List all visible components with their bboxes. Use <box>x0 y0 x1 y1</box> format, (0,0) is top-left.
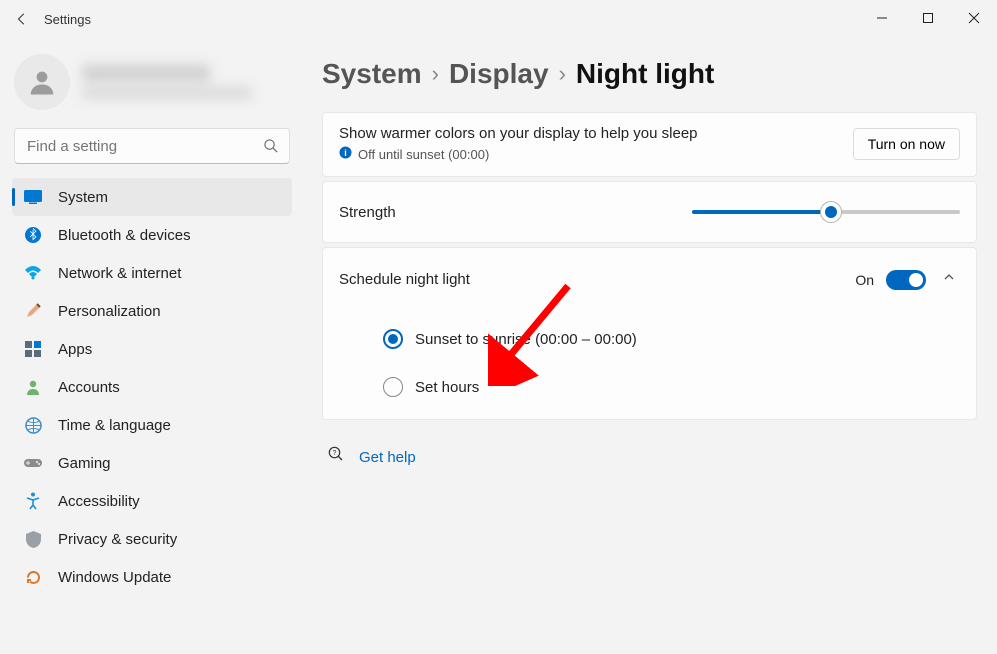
globe-clock-icon <box>24 416 42 434</box>
strength-slider[interactable] <box>692 202 960 222</box>
radio-icon <box>383 377 403 397</box>
wifi-icon <box>24 264 42 282</box>
radio-label: Sunset to sunrise (00:00 – 00:00) <box>415 331 637 348</box>
radio-set-hours[interactable]: Set hours <box>383 377 960 397</box>
sidebar-item-label: Accessibility <box>58 493 140 510</box>
sidebar-item-privacy[interactable]: Privacy & security <box>12 520 292 558</box>
strength-label: Strength <box>339 204 396 221</box>
update-icon <box>24 568 42 586</box>
sidebar-item-label: Gaming <box>58 455 111 472</box>
turn-on-now-button[interactable]: Turn on now <box>853 128 960 160</box>
breadcrumb: System › Display › Night light <box>322 58 977 90</box>
sidebar-item-gaming[interactable]: Gaming <box>12 444 292 482</box>
sidebar-item-label: Network & internet <box>58 265 181 282</box>
sidebar-item-accessibility[interactable]: Accessibility <box>12 482 292 520</box>
app-title: Settings <box>38 12 91 27</box>
info-icon: i <box>339 146 352 162</box>
sidebar-item-accounts[interactable]: Accounts <box>12 368 292 406</box>
breadcrumb-display[interactable]: Display <box>449 58 549 90</box>
sidebar-item-label: Windows Update <box>58 569 171 586</box>
schedule-toggle[interactable] <box>886 270 926 290</box>
sidebar-item-label: Privacy & security <box>58 531 177 548</box>
search-input[interactable] <box>14 128 290 164</box>
user-profile[interactable] <box>12 44 292 128</box>
bluetooth-icon <box>24 226 42 244</box>
avatar <box>14 54 70 110</box>
sidebar-item-label: Bluetooth & devices <box>58 227 191 244</box>
help-icon: ? <box>328 446 345 468</box>
maximize-button[interactable] <box>905 0 951 36</box>
person-icon <box>24 378 42 396</box>
shield-icon <box>24 530 42 548</box>
get-help-link[interactable]: Get help <box>359 449 416 466</box>
sidebar-item-time-language[interactable]: Time & language <box>12 406 292 444</box>
sidebar-item-label: System <box>58 189 108 206</box>
radio-sunset-to-sunrise[interactable]: Sunset to sunrise (00:00 – 00:00) <box>383 329 960 349</box>
sidebar-item-network[interactable]: Network & internet <box>12 254 292 292</box>
accessibility-icon <box>24 492 42 510</box>
gamepad-icon <box>24 454 42 472</box>
sidebar-item-system[interactable]: System <box>12 178 292 216</box>
apps-icon <box>24 340 42 358</box>
sidebar-item-label: Time & language <box>58 417 171 434</box>
paintbrush-icon <box>24 302 42 320</box>
system-icon <box>24 188 42 206</box>
sidebar-item-apps[interactable]: Apps <box>12 330 292 368</box>
chevron-right-icon: › <box>432 61 439 87</box>
svg-text:?: ? <box>333 450 337 457</box>
radio-icon <box>383 329 403 349</box>
close-button[interactable] <box>951 0 997 36</box>
chevron-up-icon <box>942 270 956 284</box>
search-icon <box>263 138 278 158</box>
breadcrumb-system[interactable]: System <box>322 58 422 90</box>
sidebar-item-label: Accounts <box>58 379 120 396</box>
minimize-button[interactable] <box>859 0 905 36</box>
schedule-label: Schedule night light <box>339 271 470 288</box>
collapse-button[interactable] <box>938 266 960 293</box>
intro-description: Show warmer colors on your display to he… <box>339 125 698 142</box>
back-button[interactable] <box>6 3 38 35</box>
sidebar-item-personalization[interactable]: Personalization <box>12 292 292 330</box>
sidebar-item-windows-update[interactable]: Windows Update <box>12 558 292 596</box>
svg-text:i: i <box>344 148 347 158</box>
sidebar-item-label: Personalization <box>58 303 161 320</box>
chevron-right-icon: › <box>559 61 566 87</box>
page-title: Night light <box>576 58 714 90</box>
toggle-state-text: On <box>855 272 874 288</box>
sidebar-item-label: Apps <box>58 341 92 358</box>
user-info <box>82 65 252 99</box>
search-container <box>14 128 290 164</box>
sidebar-item-bluetooth[interactable]: Bluetooth & devices <box>12 216 292 254</box>
radio-label: Set hours <box>415 379 479 396</box>
status-text: Off until sunset (00:00) <box>358 147 489 162</box>
